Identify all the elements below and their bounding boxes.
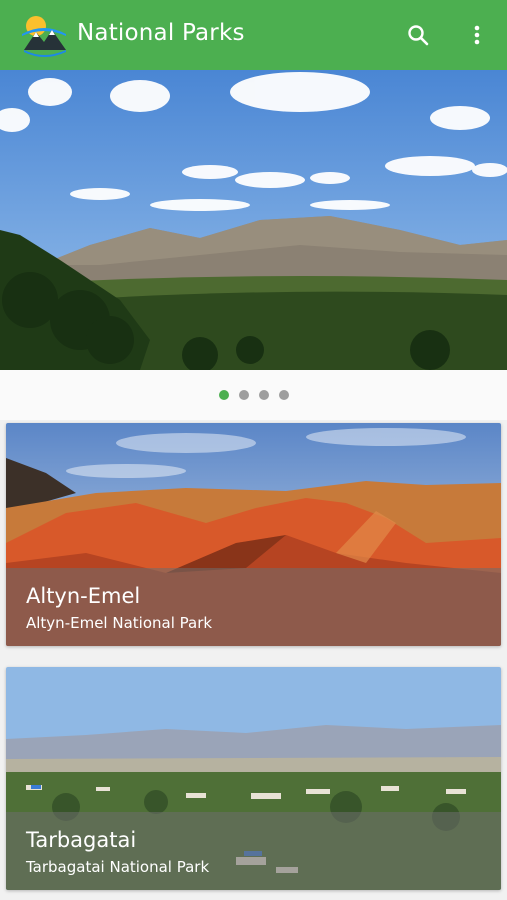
- park-card-tarbagatai[interactable]: Tarbagatai Tarbagatai National Park: [6, 667, 501, 890]
- search-icon: [408, 25, 429, 46]
- park-card-altyn-emel[interactable]: Altyn-Emel Altyn-Emel National Park: [6, 423, 501, 646]
- search-button[interactable]: [400, 17, 436, 53]
- carousel-hero-image[interactable]: [0, 70, 507, 370]
- park-full-name: Tarbagatai National Park: [26, 858, 210, 876]
- mountain-sun-logo-icon: [20, 12, 68, 58]
- carousel-page-indicator: [0, 370, 507, 420]
- app-title: National Parks: [77, 20, 245, 46]
- more-vert-icon: [474, 25, 480, 45]
- park-card-caption: Altyn-Emel Altyn-Emel National Park: [6, 568, 501, 646]
- more-options-button[interactable]: [459, 17, 495, 53]
- park-name: Altyn-Emel: [26, 584, 141, 608]
- park-name: Tarbagatai: [26, 828, 137, 852]
- page-dot-1[interactable]: [218, 390, 229, 400]
- park-full-name: Altyn-Emel National Park: [26, 614, 213, 632]
- page-dot-4[interactable]: [278, 390, 289, 400]
- park-card-caption: Tarbagatai Tarbagatai National Park: [6, 812, 501, 890]
- page-dot-2[interactable]: [238, 390, 249, 400]
- page-dot-3[interactable]: [258, 390, 269, 400]
- app-bar: National Parks: [0, 0, 507, 70]
